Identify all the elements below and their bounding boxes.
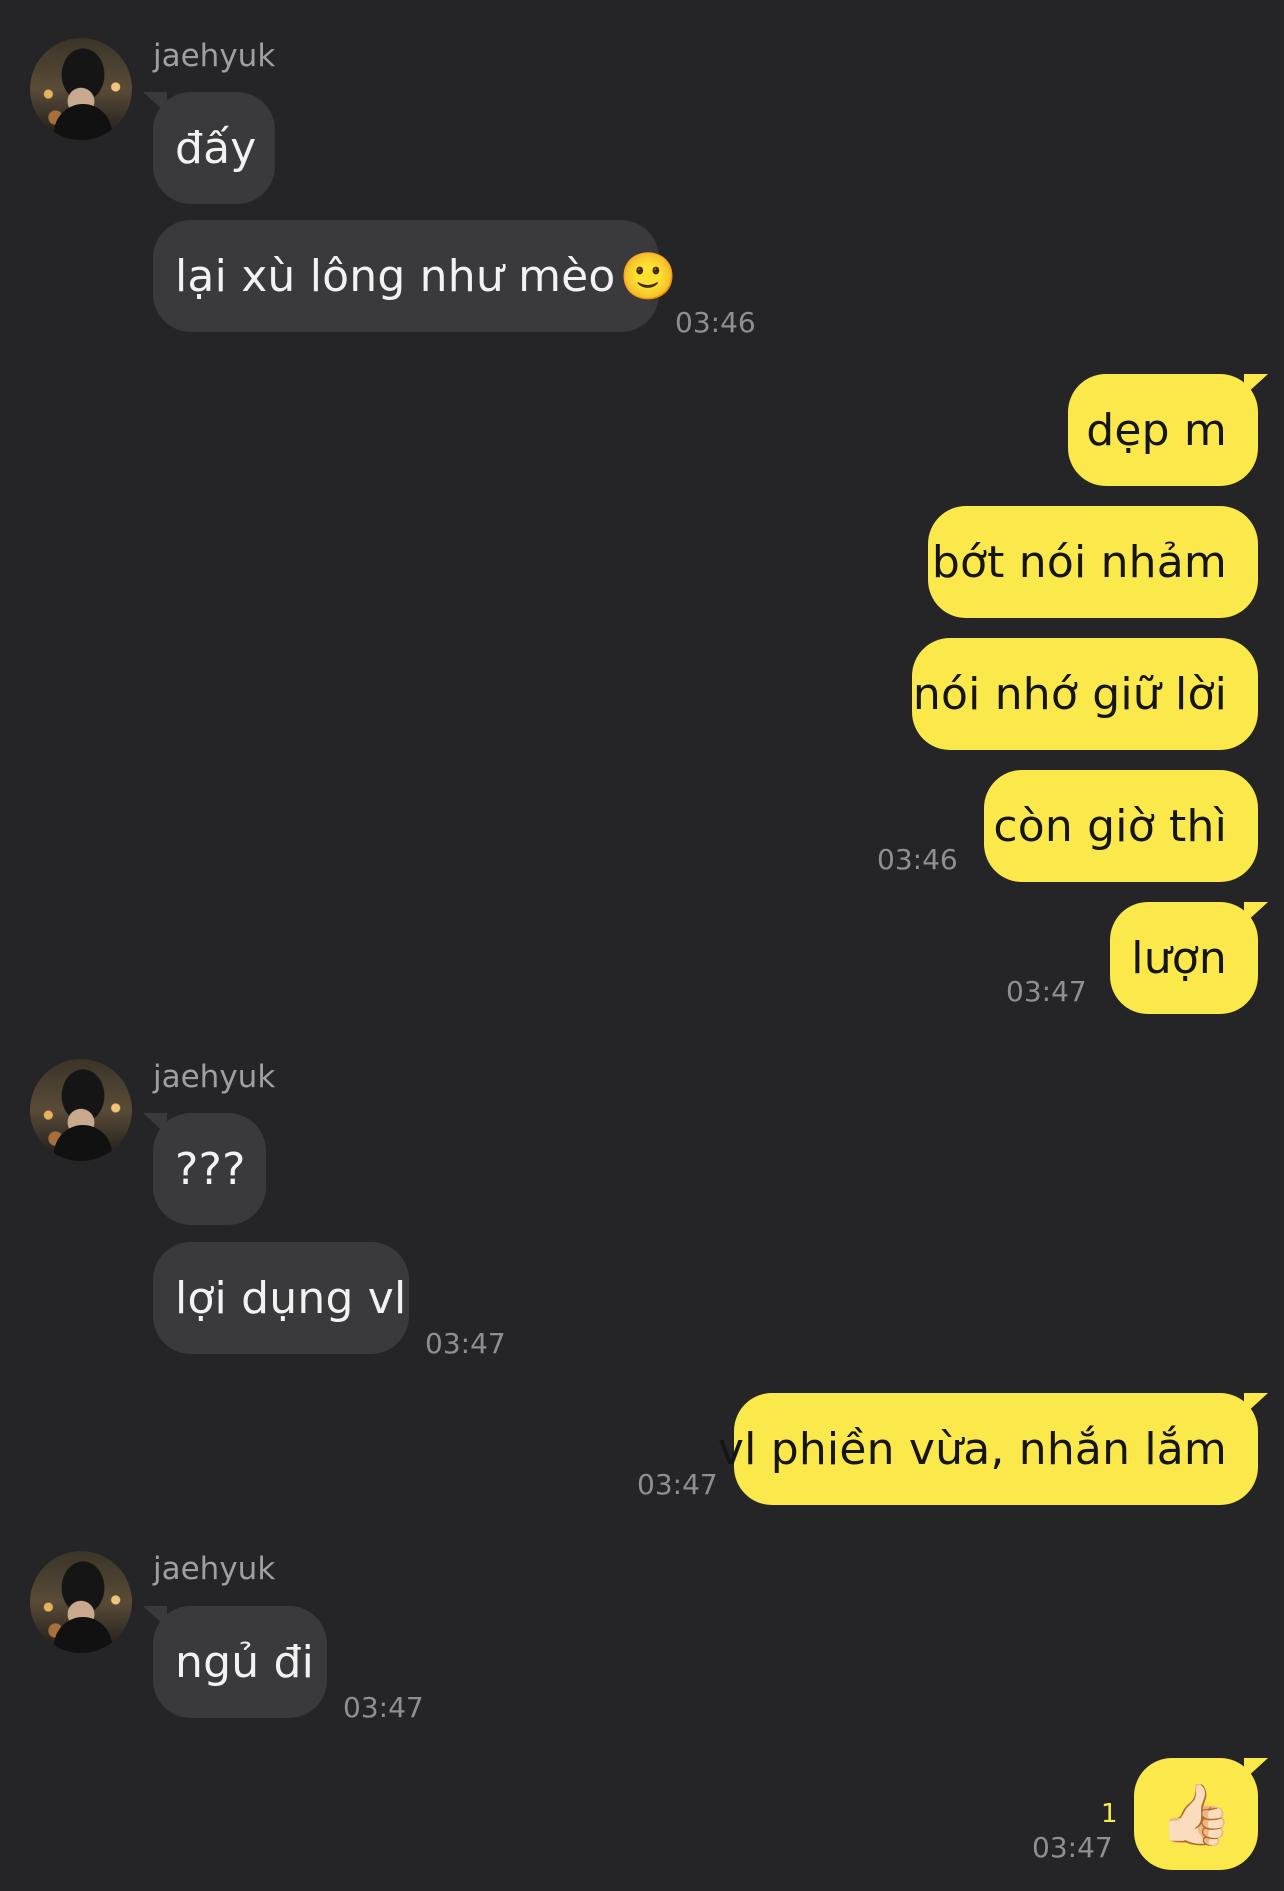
message-bubble-outgoing[interactable]: dẹp m — [1068, 374, 1268, 486]
sender-name: jaehyuk — [153, 38, 276, 74]
message-text: ??? — [175, 1143, 246, 1195]
bubble-tail — [1244, 374, 1268, 396]
bubble-tail — [143, 92, 167, 114]
message-text: lại xù lông như mèo — [175, 250, 616, 302]
message-text: bớt nói nhảm — [931, 536, 1227, 588]
timestamp: 03:47 — [1032, 1831, 1113, 1864]
message-text: dẹp m — [1086, 404, 1227, 456]
avatar[interactable] — [30, 38, 132, 140]
bubble-tail — [143, 1606, 167, 1628]
bubble-tail — [1244, 1393, 1268, 1415]
sender-name: jaehyuk — [153, 1551, 276, 1587]
avatar[interactable] — [30, 1551, 132, 1653]
message-bubble-outgoing[interactable]: 👍🏻 — [1134, 1758, 1268, 1870]
unread-count: 1 — [1101, 1799, 1118, 1829]
timestamp: 03:47 — [1006, 975, 1087, 1008]
avatar[interactable] — [30, 1059, 132, 1161]
message-text: đấy — [175, 122, 257, 174]
timestamp: 03:46 — [675, 306, 756, 339]
message-bubble-incoming[interactable]: ??? — [143, 1113, 266, 1225]
message-bubble-outgoing[interactable]: còn giờ thì — [984, 770, 1258, 882]
message-text: vl phiền vừa, nhắn lắm — [717, 1423, 1227, 1475]
bubble-tail — [1244, 1758, 1268, 1780]
thumbs-up-emoji-icon: 👍🏻 — [1158, 1779, 1234, 1850]
timestamp: 03:47 — [343, 1691, 424, 1724]
bubble-tail — [143, 1113, 167, 1135]
message-bubble-outgoing[interactable]: bớt nói nhảm — [928, 506, 1258, 618]
message-text: lợi dụng vl — [175, 1272, 407, 1324]
message-text: ngủ đi — [175, 1636, 315, 1688]
message-bubble-incoming[interactable]: lại xù lông như mèo 🙂 — [153, 220, 677, 332]
message-bubble-outgoing[interactable]: vl phiền vừa, nhắn lắm — [718, 1393, 1268, 1505]
message-bubble-outgoing[interactable]: lượn — [1110, 902, 1268, 1014]
message-bubble-incoming[interactable]: ngủ đi — [143, 1606, 327, 1718]
message-bubble-incoming[interactable]: đấy — [143, 92, 275, 204]
timestamp: 03:46 — [877, 843, 958, 876]
message-bubble-incoming[interactable]: lợi dụng vl — [153, 1242, 409, 1354]
sender-name: jaehyuk — [153, 1059, 276, 1095]
timestamp: 03:47 — [637, 1468, 718, 1501]
message-bubble-outgoing[interactable]: nói nhớ giữ lời — [912, 638, 1258, 750]
timestamp: 03:47 — [425, 1327, 506, 1360]
smile-emoji-icon: 🙂 — [619, 248, 678, 303]
bubble-tail — [1244, 902, 1268, 924]
message-text: lượn — [1131, 932, 1227, 984]
message-text: nói nhớ giữ lời — [912, 668, 1227, 720]
message-text: còn giờ thì — [993, 800, 1227, 852]
